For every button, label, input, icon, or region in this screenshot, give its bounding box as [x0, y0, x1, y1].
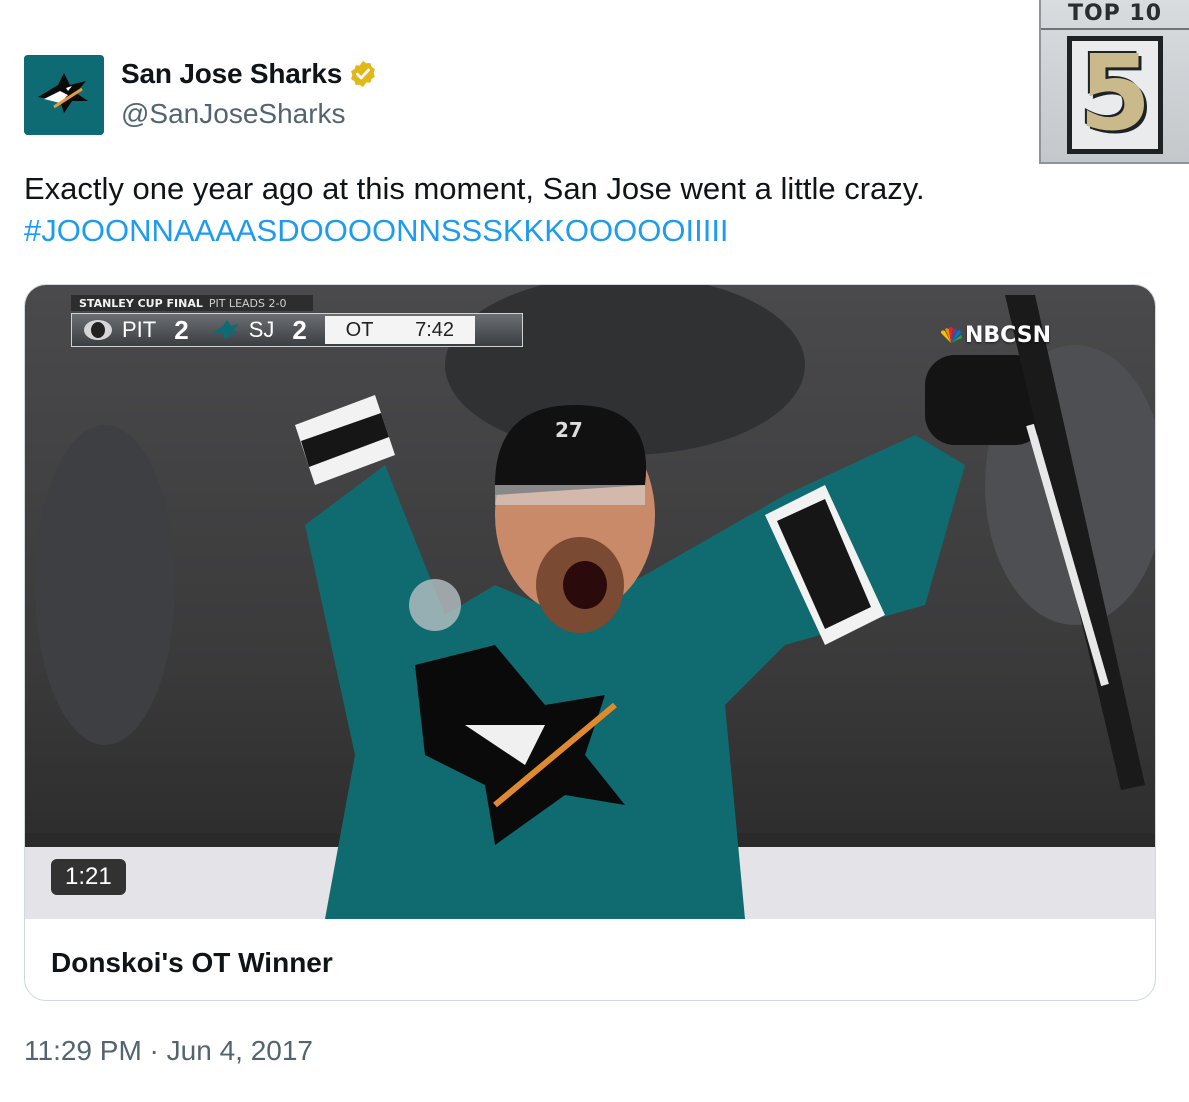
- scorebug-event: STANLEY CUP FINAL: [79, 296, 203, 310]
- video-frame: 27: [25, 285, 1155, 919]
- profile-avatar[interactable]: [24, 55, 104, 135]
- scorebug: STANLEY CUP FINAL PIT LEADS 2-0 PIT 2 SJ: [71, 295, 523, 347]
- sharks-scorebug-logo-icon: [210, 320, 239, 340]
- game-clock: OT 7:42: [324, 316, 475, 344]
- away-team: SJ: [199, 317, 283, 343]
- video-duration-badge: 1:21: [51, 859, 126, 895]
- top-ten-badge: TOP 10 5: [1039, 0, 1189, 164]
- scorebug-header: STANLEY CUP FINAL PIT LEADS 2-0: [71, 295, 313, 311]
- author-name-row[interactable]: San Jose Sharks: [121, 58, 378, 90]
- peacock-icon: [941, 326, 962, 343]
- home-team: PIT: [72, 317, 164, 343]
- network-name: NBCSN: [965, 323, 1051, 348]
- network-logo: NBCSN: [939, 323, 1051, 348]
- author-handle[interactable]: @SanJoseSharks: [121, 98, 346, 130]
- video-card-title[interactable]: Donskoi's OT Winner: [51, 947, 333, 979]
- video-card[interactable]: 27 STANLEY CUP FINAL PIT LEADS 2-0 PIT 2…: [24, 284, 1156, 1001]
- tweet-body: Exactly one year ago at this moment, San…: [24, 171, 925, 206]
- scorebug-series: PIT LEADS 2-0: [208, 296, 287, 310]
- penguins-logo-icon: [84, 320, 112, 340]
- jersey-number: 27: [555, 418, 583, 442]
- clock-time: 7:42: [415, 318, 455, 341]
- verified-badge-icon: [348, 59, 378, 89]
- top-ten-number: 5: [1067, 36, 1163, 154]
- hashtag-link[interactable]: #JOOONNAAAASDOOOONNSSSKKKOOOOOIIIII: [24, 210, 1144, 252]
- tweet-timestamp[interactable]: 11:29 PM · Jun 4, 2017: [24, 1035, 313, 1067]
- period: OT: [345, 318, 374, 341]
- home-team-abbr: PIT: [122, 317, 157, 342]
- away-score: 2: [292, 314, 307, 345]
- tweet-text: Exactly one year ago at this moment, San…: [24, 168, 1144, 252]
- video-player[interactable]: 27 STANLEY CUP FINAL PIT LEADS 2-0 PIT 2…: [25, 285, 1155, 919]
- top-ten-label: TOP 10: [1041, 0, 1189, 30]
- sharks-logo-icon: [24, 55, 104, 135]
- away-team-abbr: SJ: [248, 317, 275, 342]
- author-display-name[interactable]: San Jose Sharks: [121, 58, 342, 90]
- home-score: 2: [174, 314, 189, 345]
- scorebug-main: PIT 2 SJ 2 OT 7:42: [71, 313, 523, 347]
